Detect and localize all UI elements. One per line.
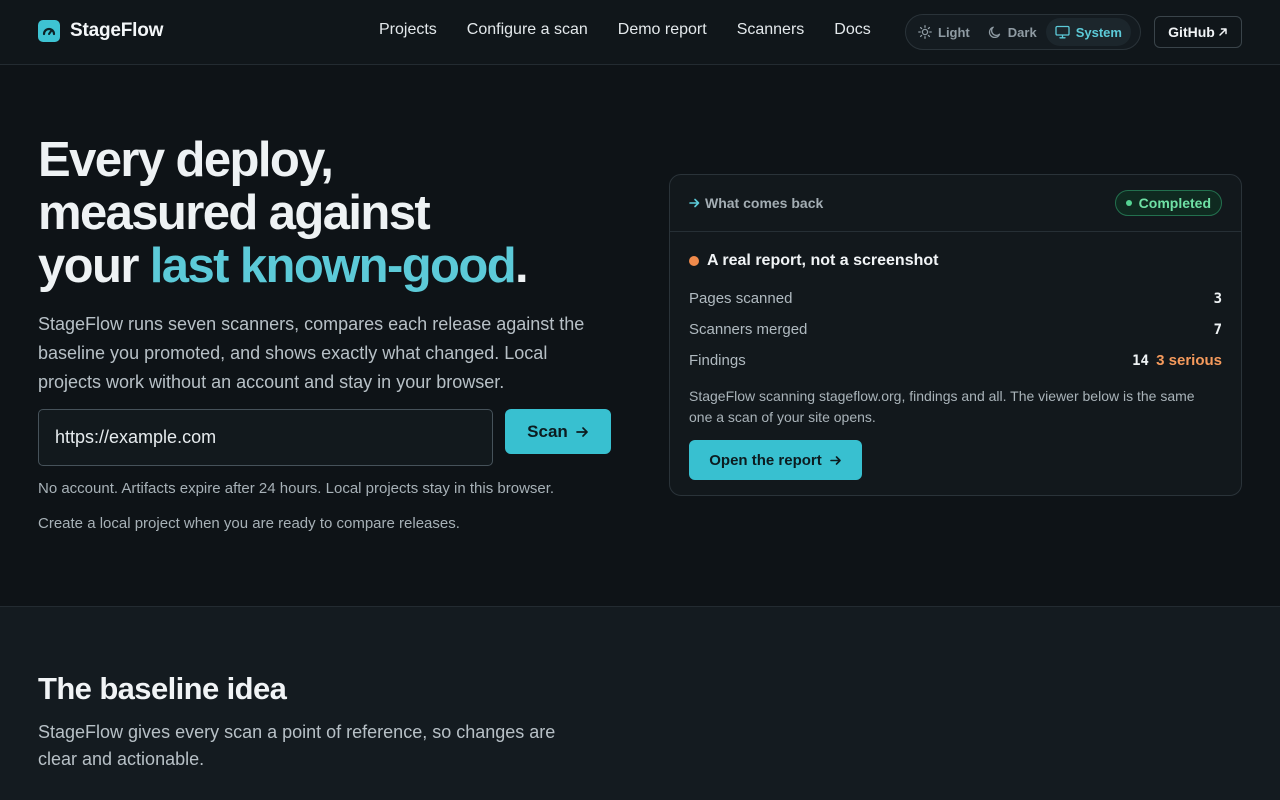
moon-icon (988, 26, 1000, 39)
theme-dark-button[interactable]: Dark (979, 18, 1046, 46)
arrow-right-icon (575, 426, 588, 437)
hero-title-suffix: . (515, 239, 529, 293)
arrow-right-icon (829, 455, 841, 465)
card-header: What comes back Completed (670, 175, 1241, 232)
nav-projects[interactable]: Projects (379, 21, 437, 39)
stat-label: Pages scanned (689, 290, 793, 307)
serious-count: 3 serious (1156, 352, 1222, 369)
github-label: GitHub (1168, 24, 1215, 40)
status-badge: Completed (1114, 190, 1222, 216)
github-button[interactable]: GitHub (1154, 16, 1242, 48)
nav-demo-report[interactable]: Demo report (618, 21, 707, 39)
brand[interactable]: StageFlow (38, 20, 163, 42)
arrow-right-icon (689, 198, 700, 208)
theme-system-button[interactable]: System (1045, 18, 1131, 46)
hero-title-line1: Every deploy, (38, 133, 334, 187)
card-body: A real report, not a screenshot Pages sc… (670, 232, 1241, 480)
card-kicker: What comes back (689, 195, 823, 211)
baseline-subtitle: StageFlow gives every scan a point of re… (38, 722, 556, 769)
stat-label: Scanners merged (689, 321, 808, 338)
severity-dot (689, 256, 699, 266)
theme-light-button[interactable]: Light (909, 18, 979, 46)
open-report-label: Open the report (709, 451, 822, 469)
card-description: StageFlow scanning stageflow.org, findin… (689, 388, 1195, 425)
nav-docs[interactable]: Docs (834, 21, 870, 39)
stat-label: Findings (689, 352, 746, 369)
theme-light-label: Light (938, 24, 970, 40)
status-label: Completed (1138, 195, 1211, 211)
card-title: A real report, not a screenshot (689, 252, 1222, 270)
stat-value: 14 (1132, 353, 1149, 369)
card-kicker-label: What comes back (705, 195, 824, 211)
nav-configure-scan[interactable]: Configure a scan (467, 21, 588, 39)
stat-value: 3 (1213, 290, 1222, 307)
stat-value: 7 (1213, 321, 1222, 338)
main-nav: Projects Configure a scan Demo report Sc… (379, 21, 901, 39)
brand-name: StageFlow (70, 20, 164, 41)
status-dot (1125, 200, 1132, 206)
scan-button[interactable]: Scan (505, 409, 611, 454)
baseline-title: The baseline idea (38, 671, 287, 706)
top-navigation-bar: StageFlow Projects Configure a scan Demo… (0, 0, 1280, 65)
stat-value-group: 14 3 serious (1132, 352, 1222, 369)
hero-title-line2: measured against (38, 186, 431, 240)
url-input[interactable] (38, 409, 493, 466)
report-preview-card: What comes back Completed A real report,… (669, 174, 1242, 496)
hero-title-prefix: your (38, 239, 150, 293)
stat-row-scanners: Scanners merged 7 (689, 314, 1222, 345)
card-title-text: A real report, not a screenshot (707, 252, 939, 269)
hero-subtitle: StageFlow runs seven scanners, compares … (38, 314, 585, 392)
baseline-section: The baseline idea StageFlow gives every … (0, 606, 1280, 800)
sun-icon (918, 25, 932, 39)
stats-list: Pages scanned 3 Scanners merged 7 Findin… (689, 283, 1222, 376)
open-report-button[interactable]: Open the report (689, 440, 862, 480)
monitor-icon (1055, 25, 1070, 39)
hero-note-artifacts: No account. Artifacts expire after 24 ho… (38, 480, 555, 497)
nav-scanners[interactable]: Scanners (737, 21, 805, 39)
theme-toggle: Light Dark System (905, 14, 1141, 50)
hero-note-local-project: Create a local project when you are read… (38, 515, 460, 532)
stat-row-pages: Pages scanned 3 (689, 283, 1222, 314)
theme-system-label: System (1075, 24, 1122, 40)
theme-dark-label: Dark (1007, 24, 1037, 40)
hero-title: Every deploy, measured against your last… (38, 134, 638, 293)
scan-button-label: Scan (527, 421, 568, 441)
external-arrow-icon (1219, 28, 1227, 36)
stageflow-logo-icon (38, 20, 60, 42)
stat-row-findings: Findings 14 3 serious (689, 345, 1222, 376)
hero-title-accent: last known-good (149, 239, 517, 293)
